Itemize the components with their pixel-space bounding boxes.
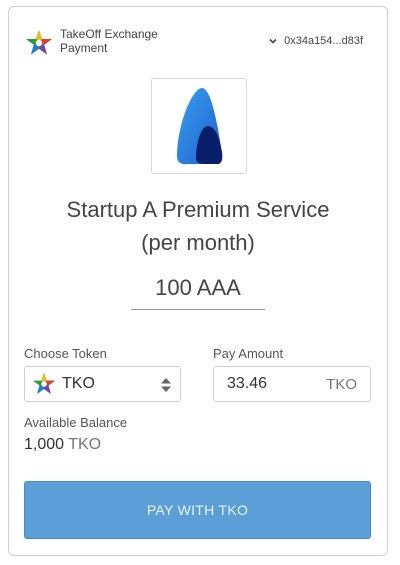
product-logo: [151, 78, 247, 174]
product-title-line2: (per month): [141, 230, 255, 255]
wallet-address: 0x34a154...d83f: [284, 35, 363, 47]
up-down-arrows-icon: [161, 378, 171, 392]
balance-unit: TKO: [68, 436, 102, 453]
brand-title-line1: TakeOff Exchange: [60, 27, 158, 41]
brand-title-line2: Payment: [60, 41, 108, 55]
balance-value: 1,000: [24, 436, 65, 453]
available-balance: 1,000 TKO: [24, 436, 101, 454]
pay-button[interactable]: PAY WITH TKO: [24, 481, 371, 539]
star-logo-icon: [26, 30, 52, 55]
pay-amount-label: Pay Amount: [213, 346, 284, 361]
product-title: Startup A Premium Service (per month): [9, 193, 387, 259]
product-price: 100 AAA: [131, 275, 265, 310]
available-balance-label: Available Balance: [24, 415, 128, 430]
pay-amount-field[interactable]: 33.46 TKO: [213, 366, 371, 402]
startup-a-logo: [177, 88, 223, 165]
token-select[interactable]: TKO: [24, 366, 181, 402]
payment-card: TakeOff Exchange Payment 0x34a154...d83f…: [8, 6, 388, 556]
header: TakeOff Exchange Payment 0x34a154...d83f: [25, 27, 371, 59]
pay-amount-value: 33.46: [227, 375, 268, 392]
tko-token-icon: [32, 372, 56, 394]
brand-title: TakeOff Exchange Payment: [60, 27, 200, 55]
selected-token: TKO: [62, 375, 95, 392]
wallet-dropdown[interactable]: 0x34a154...d83f: [268, 35, 363, 47]
choose-token-label: Choose Token: [24, 346, 107, 361]
product-title-line1: Startup A Premium Service: [66, 197, 330, 222]
chevron-down-icon: [269, 38, 277, 44]
pay-amount-unit: TKO: [326, 376, 357, 393]
